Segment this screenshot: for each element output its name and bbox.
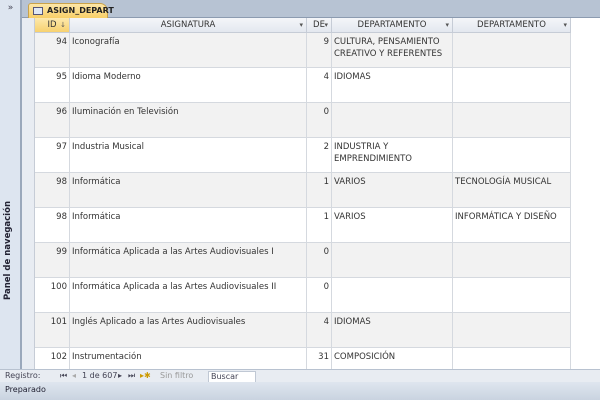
cell-asig[interactable]: Iluminación en Televisión: [70, 103, 307, 138]
column-header-dep1[interactable]: DEPARTAMENTO ▾: [332, 18, 453, 33]
record-navigation-bar: Registro: ⏮ ◂ 1 de 607 ▸ ⏭ ▸✱ Sin filtro…: [0, 369, 600, 383]
cell-de[interactable]: 31: [307, 348, 332, 369]
cell-id[interactable]: 102: [35, 348, 70, 369]
sort-dropdown-icon[interactable]: ▾: [324, 18, 328, 32]
cell-dep1[interactable]: VARIOS: [332, 173, 453, 208]
table-row[interactable]: 96 Iluminación en Televisión 0: [35, 103, 571, 138]
table-row[interactable]: 95 Idioma Moderno 4 IDIOMAS: [35, 68, 571, 103]
cell-id[interactable]: 95: [35, 68, 70, 103]
cell-asig[interactable]: Instrumentación: [70, 348, 307, 369]
cell-asig[interactable]: Informática: [70, 208, 307, 243]
cell-asig[interactable]: Idioma Moderno: [70, 68, 307, 103]
cell-id[interactable]: 97: [35, 138, 70, 173]
new-record-button[interactable]: ▸✱: [140, 371, 151, 380]
record-label: Registro:: [5, 371, 41, 380]
sort-dropdown-icon[interactable]: ▾: [299, 18, 303, 32]
sort-dropdown-icon[interactable]: ↓: [60, 18, 66, 32]
cell-asig[interactable]: Informática Aplicada a las Artes Audiovi…: [70, 278, 307, 313]
column-header-dep2[interactable]: DEPARTAMENTO ▾: [453, 18, 571, 33]
cell-de[interactable]: 9: [307, 33, 332, 68]
cell-de[interactable]: 2: [307, 138, 332, 173]
cell-dep2[interactable]: [453, 138, 571, 173]
document-tab-bar: ASIGN_DEPART: [22, 0, 600, 18]
cell-asig[interactable]: Industria Musical: [70, 138, 307, 173]
cell-dep2[interactable]: [453, 33, 571, 68]
cell-dep1[interactable]: [332, 243, 453, 278]
record-position[interactable]: 1 de 607: [82, 371, 117, 380]
table-row[interactable]: 101 Inglés Aplicado a las Artes Audiovisu…: [35, 313, 571, 348]
cell-de[interactable]: 4: [307, 313, 332, 348]
expand-nav-icon[interactable]: »: [3, 3, 18, 17]
cell-asig[interactable]: Iconografía: [70, 33, 307, 68]
table-row[interactable]: 98 Informática 1 VARIOS TECNOLOGÍA MUSICAL: [35, 173, 571, 208]
sort-dropdown-icon[interactable]: ▾: [445, 18, 449, 32]
cell-de[interactable]: 0: [307, 103, 332, 138]
cell-dep2[interactable]: [453, 68, 571, 103]
tab-asign-depart[interactable]: ASIGN_DEPART: [28, 3, 114, 18]
cell-dep2[interactable]: [453, 313, 571, 348]
column-header-label: DEPARTAMENTO: [477, 20, 546, 30]
cell-id[interactable]: 100: [35, 278, 70, 313]
record-selector-column[interactable]: [22, 18, 35, 369]
cell-dep1[interactable]: VARIOS: [332, 208, 453, 243]
cell-dep2[interactable]: [453, 103, 571, 138]
table-row[interactable]: 98 Informática 1 VARIOS INFORMÁTICA Y DISEÑO: [35, 208, 571, 243]
cell-dep1[interactable]: CULTURA, PENSAMIENTO CREATIVO Y REFERENT…: [332, 33, 453, 68]
first-record-button[interactable]: ⏮: [60, 371, 67, 381]
cell-de[interactable]: 0: [307, 243, 332, 278]
column-header-asig[interactable]: ASIGNATURA ▾: [70, 18, 307, 33]
sort-dropdown-icon[interactable]: ▾: [563, 18, 567, 32]
cell-id[interactable]: 94: [35, 33, 70, 68]
status-bar: Preparado: [0, 382, 600, 400]
cell-dep2[interactable]: [453, 348, 571, 369]
cell-de[interactable]: 1: [307, 208, 332, 243]
column-header-id[interactable]: ID ↓: [35, 18, 70, 33]
cell-id[interactable]: 98: [35, 208, 70, 243]
cell-asig[interactable]: Informática: [70, 173, 307, 208]
cell-de[interactable]: 0: [307, 278, 332, 313]
table-row[interactable]: 97 Industria Musical 2 INDUSTRIA Y EMPRENDI…: [35, 138, 571, 173]
last-record-button[interactable]: ⏭: [128, 371, 135, 381]
cell-dep1[interactable]: IDIOMAS: [332, 68, 453, 103]
column-header-label: DEPARTAMENTO: [357, 20, 427, 30]
table-row[interactable]: 100 Informática Aplicada a las Artes Audi…: [35, 278, 571, 313]
cell-dep2[interactable]: [453, 278, 571, 313]
datasheet[interactable]: ID ↓ ASIGNATURA ▾ DE ▾ DEPARTAMENTO ▾ DEPARTAMEN…: [22, 18, 600, 369]
cell-dep1[interactable]: IDIOMAS: [332, 313, 453, 348]
table-row[interactable]: 94 Iconografía 9 CULTURA, PENSAMIENTO CREAT…: [35, 33, 571, 68]
column-header-de[interactable]: DE ▾: [307, 18, 332, 33]
cell-id[interactable]: 96: [35, 103, 70, 138]
cell-dep1[interactable]: [332, 103, 453, 138]
table-row[interactable]: 99 Informática Aplicada a las Artes Audio…: [35, 243, 571, 278]
cell-dep1[interactable]: [332, 278, 453, 313]
cell-dep1[interactable]: COMPOSICIÓN: [332, 348, 453, 369]
cell-id[interactable]: 98: [35, 173, 70, 208]
cell-id[interactable]: 99: [35, 243, 70, 278]
column-header-label: ASIGNATURA: [160, 20, 216, 30]
table-row[interactable]: 102 Instrumentación 31 COMPOSICIÓN: [35, 348, 571, 369]
column-header-label: DE: [313, 20, 325, 30]
tab-title: ASIGN_DEPART: [47, 6, 114, 15]
cell-de[interactable]: 4: [307, 68, 332, 103]
filter-button[interactable]: Sin filtro: [160, 371, 193, 380]
cell-de[interactable]: 1: [307, 173, 332, 208]
column-header-label: ID: [47, 20, 57, 30]
cell-dep1[interactable]: INDUSTRIA Y EMPRENDIMIENTO: [332, 138, 453, 173]
cell-asig[interactable]: Informática Aplicada a las Artes Audiovi…: [70, 243, 307, 278]
cell-dep2[interactable]: TECNOLOGÍA MUSICAL: [453, 173, 571, 208]
navigation-pane[interactable]: » Panel de navegación: [0, 0, 22, 382]
cell-id[interactable]: 101: [35, 313, 70, 348]
prev-record-button[interactable]: ◂: [72, 371, 76, 380]
cell-dep2[interactable]: INFORMÁTICA Y DISEÑO: [453, 208, 571, 243]
nav-pane-label: Panel de navegación: [3, 201, 13, 300]
next-record-button[interactable]: ▸: [118, 371, 122, 380]
cell-asig[interactable]: Inglés Aplicado a las Artes Audiovisuale…: [70, 313, 307, 348]
cell-dep2[interactable]: [453, 243, 571, 278]
table-icon: [33, 7, 43, 15]
